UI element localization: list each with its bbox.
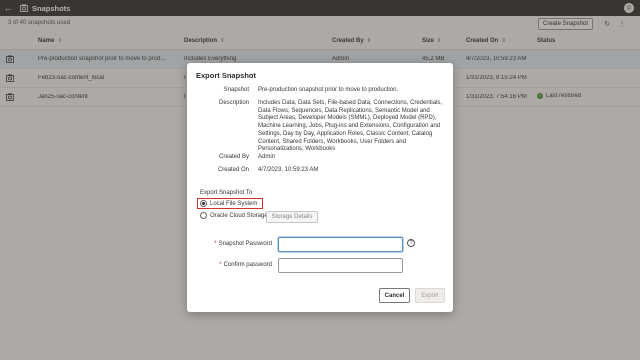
snapshot-value: Pre-production snapshot prior to move to… [258,87,399,93]
dialog-title: Export Snapshot [196,71,257,80]
export-button[interactable]: Export [415,288,445,303]
created-on-value: 4/7/2023, 10:59:23 AM [258,167,319,173]
created-on-label: Created On [217,167,249,173]
snapshot-password-input[interactable] [278,237,403,252]
radio-local-file-system[interactable]: Local File System [200,200,257,207]
radio-oracle-cloud-storage[interactable]: Oracle Cloud Storage [200,212,268,219]
confirm-password-input[interactable] [278,258,403,273]
cancel-button[interactable]: Cancel [379,288,410,303]
snapshot-label: Snapshot [223,87,249,93]
description-value: Includes Data, Data Sets, File-based Dat… [258,100,443,153]
created-by-label: Created By [218,154,249,160]
export-snapshot-dialog: Export Snapshot Snapshot Pre-production … [187,63,453,312]
created-by-value: Admin [258,154,276,160]
confirm-password-label: * Confirm password [219,262,272,268]
help-icon[interactable]: ? [407,239,415,247]
password-label: * Snapshot Password [214,241,272,247]
description-label: Description [218,100,249,106]
radio-button[interactable] [200,200,207,207]
radio-button[interactable] [200,212,207,219]
storage-details-button[interactable]: Storage Details [266,211,318,223]
export-to-label: Export Snapshot To [200,190,253,196]
